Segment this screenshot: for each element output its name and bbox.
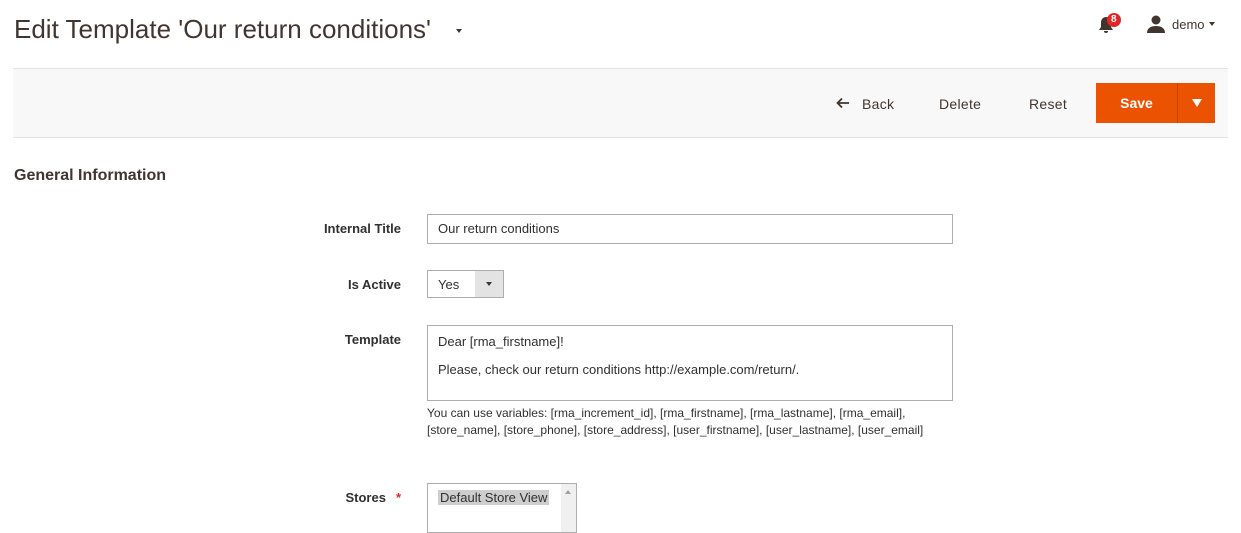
template-label: Template <box>344 332 401 347</box>
chevron-down-icon <box>486 282 492 286</box>
is-active-value: Yes <box>438 277 460 292</box>
template-textarea[interactable]: Dear [rma_firstname]! Please, check our … <box>427 325 953 401</box>
is-active-select[interactable]: Yes <box>427 270 504 298</box>
stores-multiselect[interactable]: Default Store View <box>427 483 577 533</box>
is-active-label: Is Active <box>348 277 401 292</box>
caret-down-icon <box>1191 99 1202 107</box>
reset-button[interactable]: Reset <box>1029 96 1067 112</box>
store-option[interactable]: Default Store View <box>438 490 550 505</box>
delete-button[interactable]: Delete <box>939 96 981 112</box>
internal-title-input[interactable]: Our return conditions <box>427 214 953 244</box>
page-title: Edit Template 'Our return conditions' <box>14 14 431 44</box>
save-options-dropdown[interactable] <box>1178 83 1215 123</box>
user-menu[interactable]: demo <box>1172 17 1205 32</box>
stores-label: Stores * <box>13 490 401 505</box>
back-button[interactable]: Back <box>862 96 894 112</box>
title-dropdown-icon[interactable] <box>456 29 462 33</box>
user-icon[interactable] <box>1146 14 1166 34</box>
chevron-down-icon[interactable] <box>1209 22 1215 26</box>
stores-label-text: Stores <box>345 490 386 505</box>
template-line: Dear [rma_firstname]! <box>438 334 564 349</box>
template-line: Please, check our return conditions http… <box>438 362 800 377</box>
internal-title-label: Internal Title <box>323 221 401 236</box>
notifications-badge[interactable]: 8 <box>1107 13 1121 27</box>
scrollbar[interactable] <box>561 484 576 532</box>
scroll-up-icon[interactable] <box>565 490 571 494</box>
arrow-left-icon[interactable] <box>836 96 850 110</box>
section-title: General Information <box>14 167 167 184</box>
template-variables-note: You can use variables: [rma_increment_id… <box>427 406 924 437</box>
save-button[interactable]: Save <box>1096 83 1178 123</box>
required-marker: * <box>395 490 401 505</box>
